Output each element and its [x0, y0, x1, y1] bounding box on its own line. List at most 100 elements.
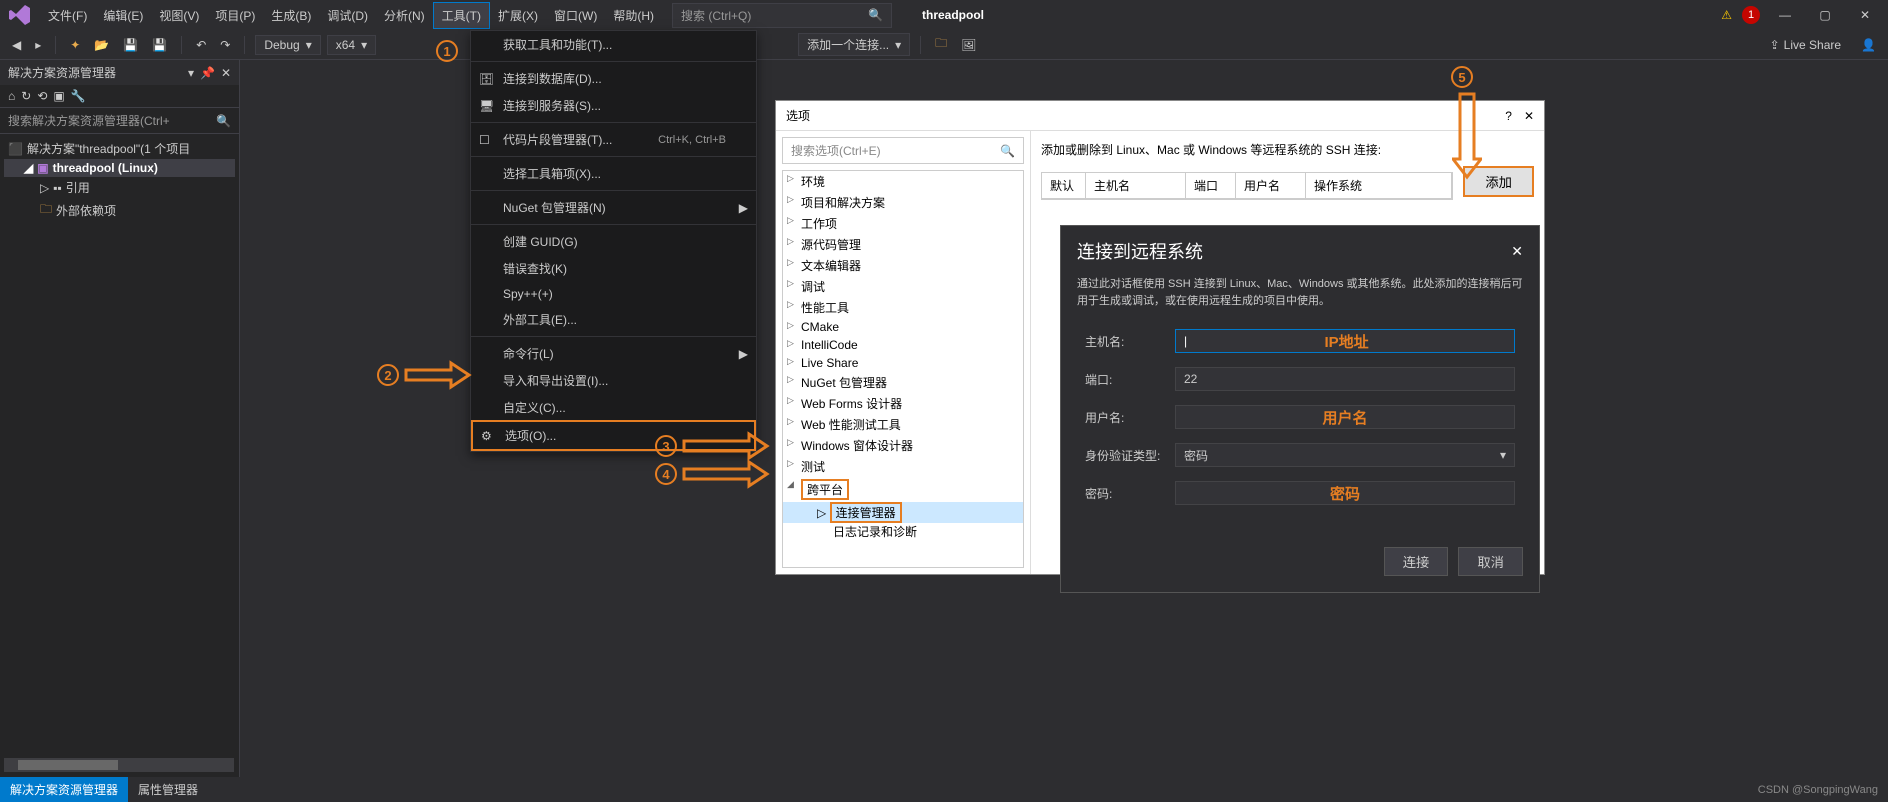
close-button[interactable]: ✕: [1850, 8, 1880, 22]
menu-debug[interactable]: 调试(D): [319, 3, 376, 28]
external-deps-node[interactable]: 🗀 外部依赖项: [4, 198, 235, 223]
menu-item[interactable]: 🗄连接到数据库(D)...: [471, 65, 756, 92]
menu-item[interactable]: 创建 GUID(G): [471, 228, 756, 255]
user-input[interactable]: 用户名: [1175, 405, 1515, 429]
menu-help[interactable]: 帮助(H): [605, 3, 662, 28]
solution-search-input[interactable]: 搜索解决方案资源管理器(Ctrl+ 🔍: [0, 108, 239, 134]
options-tree-item[interactable]: 调试: [783, 276, 1023, 297]
search-icon: 🔍: [868, 8, 883, 22]
options-tree-item[interactable]: 工作项: [783, 213, 1023, 234]
options-tree[interactable]: 环境项目和解决方案工作项源代码管理文本编辑器调试性能工具CMakeIntelli…: [782, 170, 1024, 568]
dropdown-icon[interactable]: ▾: [188, 66, 194, 80]
add-connection-combo[interactable]: 添加一个连接...▾: [798, 33, 910, 56]
image-icon[interactable]: 🖼: [957, 36, 980, 54]
nav-back-button[interactable]: ◀: [8, 36, 25, 54]
options-search-input[interactable]: 搜索选项(Ctrl+E) 🔍: [782, 137, 1024, 164]
error-badge[interactable]: 1: [1742, 6, 1760, 24]
sync-icon[interactable]: ⟲: [37, 89, 47, 103]
nav-fwd-button[interactable]: ▸: [31, 36, 45, 54]
menu-item[interactable]: 命令行(L)▶: [471, 340, 756, 367]
minimize-button[interactable]: —: [1770, 8, 1800, 22]
save-all-button[interactable]: 💾: [148, 36, 171, 54]
solution-root[interactable]: ⬛ 解决方案"threadpool"(1 个项目: [4, 138, 235, 159]
menu-analyze[interactable]: 分析(N): [376, 3, 433, 28]
menu-tools[interactable]: 工具(T): [433, 2, 490, 29]
search-icon: 🔍: [1000, 144, 1015, 158]
undo-button[interactable]: ↶: [192, 36, 210, 54]
project-node[interactable]: ◢▣ threadpool (Linux): [4, 159, 235, 177]
options-tree-item[interactable]: 源代码管理: [783, 234, 1023, 255]
port-input[interactable]: 22: [1175, 367, 1515, 391]
user-label: 用户名:: [1085, 409, 1175, 426]
tab-solution-explorer[interactable]: 解决方案资源管理器: [0, 777, 128, 802]
save-button[interactable]: 💾: [119, 36, 142, 54]
pin-icon[interactable]: 📌: [200, 66, 215, 80]
menu-file[interactable]: 文件(F): [40, 3, 95, 28]
collapse-icon[interactable]: ▣: [53, 89, 64, 103]
options-tree-item[interactable]: IntelliCode: [783, 336, 1023, 354]
options-tree-item[interactable]: NuGet 包管理器: [783, 372, 1023, 393]
auth-combo[interactable]: 密码▾: [1175, 443, 1515, 467]
home-icon[interactable]: ⌂: [8, 89, 15, 103]
close-icon[interactable]: ✕: [1524, 109, 1534, 123]
annotation-4: 4: [655, 463, 677, 485]
options-tree-logging[interactable]: 日志记录和诊断: [783, 523, 1023, 540]
connections-table: 默认 主机名 端口 用户名 操作系统: [1041, 172, 1453, 200]
options-tree-item[interactable]: 文本编辑器: [783, 255, 1023, 276]
options-tree-item[interactable]: 性能工具: [783, 297, 1023, 318]
menu-window[interactable]: 窗口(W): [546, 3, 605, 28]
menu-project[interactable]: 项目(P): [207, 3, 263, 28]
menu-item[interactable]: 错误查找(K): [471, 255, 756, 282]
refresh-icon[interactable]: ↻: [21, 89, 31, 103]
cancel-button[interactable]: 取消: [1458, 547, 1523, 576]
open-button[interactable]: 📂: [90, 36, 113, 54]
menu-item[interactable]: 导入和导出设置(I)...: [471, 367, 756, 394]
properties-icon[interactable]: 🔧: [71, 89, 86, 103]
help-icon[interactable]: ?: [1505, 109, 1512, 123]
menu-item[interactable]: Spy++(+): [471, 282, 756, 306]
menu-item[interactable]: 外部工具(E)...: [471, 306, 756, 333]
options-tree-item[interactable]: 环境: [783, 171, 1023, 192]
host-input[interactable]: |IP地址: [1175, 329, 1515, 353]
options-tree-item[interactable]: Web Forms 设计器: [783, 393, 1023, 414]
warning-icon[interactable]: ⚠: [1721, 8, 1732, 22]
options-tree-crossplatform[interactable]: 跨平台: [783, 477, 1023, 502]
options-tree-item[interactable]: Web 性能测试工具: [783, 414, 1023, 435]
connect-button[interactable]: 连接: [1384, 547, 1449, 576]
live-share-button[interactable]: ⇪ Live Share: [1770, 38, 1841, 52]
maximize-button[interactable]: ▢: [1810, 8, 1840, 22]
horizontal-scrollbar[interactable]: [4, 758, 234, 772]
menu-build[interactable]: 生成(B): [263, 3, 319, 28]
menu-view[interactable]: 视图(V): [151, 3, 207, 28]
options-tree-item[interactable]: 测试: [783, 456, 1023, 477]
platform-combo[interactable]: x64▾: [327, 35, 376, 55]
solution-tree: ⬛ 解决方案"threadpool"(1 个项目 ◢▣ threadpool (…: [0, 134, 239, 227]
menu-item[interactable]: 🖥连接到服务器(S)...: [471, 92, 756, 119]
menu-item[interactable]: 选择工具箱项(X)...: [471, 160, 756, 187]
options-tree-item[interactable]: 项目和解决方案: [783, 192, 1023, 213]
close-icon[interactable]: ✕: [1511, 243, 1523, 260]
user-icon[interactable]: 👤: [1857, 36, 1880, 54]
password-input[interactable]: 密码: [1175, 481, 1515, 505]
menu-edit[interactable]: 编辑(E): [95, 3, 151, 28]
config-combo[interactable]: Debug▾: [255, 35, 320, 55]
menu-item[interactable]: NuGet 包管理器(N)▶: [471, 194, 756, 221]
remote-title: 连接到远程系统: [1077, 238, 1203, 264]
menu-item[interactable]: 自定义(C)...: [471, 394, 756, 421]
options-tree-item[interactable]: CMake: [783, 318, 1023, 336]
redo-button[interactable]: ↷: [216, 36, 234, 54]
menu-item[interactable]: ☐代码片段管理器(T)...Ctrl+K, Ctrl+B: [471, 126, 756, 153]
remote-description: 通过此对话框使用 SSH 连接到 Linux、Mac、Windows 或其他系统…: [1061, 276, 1539, 321]
remote-connection-dialog: 连接到远程系统 ✕ 通过此对话框使用 SSH 连接到 Linux、Mac、Win…: [1060, 225, 1540, 593]
menu-item[interactable]: 获取工具和功能(T)...: [471, 31, 756, 58]
new-project-button[interactable]: ✦: [66, 36, 84, 54]
close-icon[interactable]: ✕: [221, 66, 231, 80]
folder-icon[interactable]: 🗀: [931, 32, 951, 57]
global-search-input[interactable]: 搜索 (Ctrl+Q) 🔍: [672, 3, 892, 28]
options-tree-connection-manager[interactable]: ▷ 连接管理器: [783, 502, 1023, 523]
menu-extensions[interactable]: 扩展(X): [490, 3, 546, 28]
options-tree-item[interactable]: Windows 窗体设计器: [783, 435, 1023, 456]
options-tree-item[interactable]: Live Share: [783, 354, 1023, 372]
references-node[interactable]: ▷▪▪ 引用: [4, 177, 235, 198]
tab-property-manager[interactable]: 属性管理器: [128, 777, 208, 802]
